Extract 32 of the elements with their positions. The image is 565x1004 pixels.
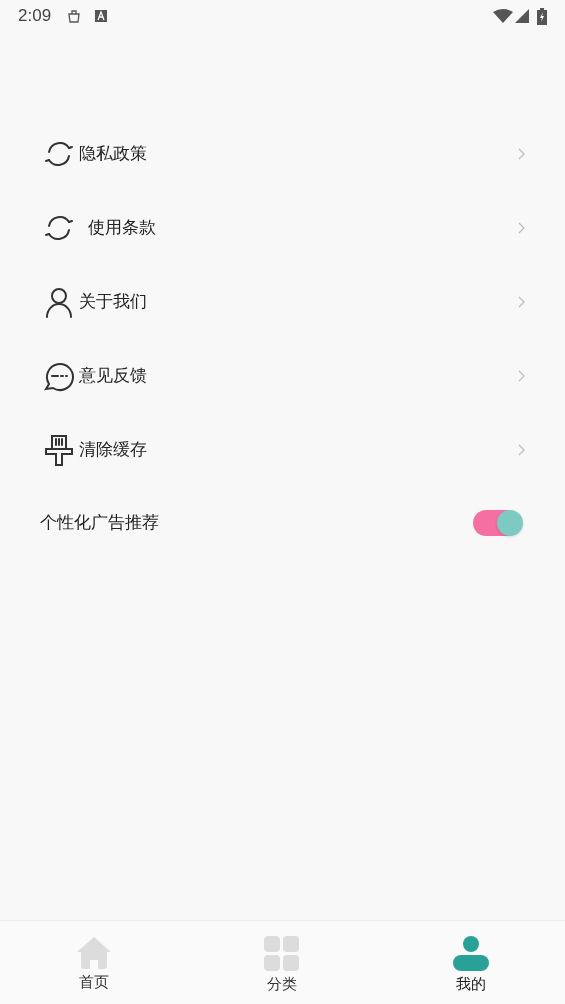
chat-bubble-icon xyxy=(43,360,75,392)
brush-icon xyxy=(43,434,75,466)
chevron-right-icon xyxy=(518,296,525,308)
nav-tab[interactable]: 我的 xyxy=(376,921,565,1004)
signal-icon xyxy=(515,9,529,23)
chevron-right-icon xyxy=(518,370,525,382)
battery-icon xyxy=(537,7,547,25)
menu-label: 关于我们 xyxy=(79,291,147,314)
menu-item[interactable]: 使用条款 xyxy=(0,191,565,265)
nav-tab[interactable]: 分类 xyxy=(188,921,377,1004)
chevron-right-icon xyxy=(518,148,525,160)
grid-icon xyxy=(264,936,301,972)
home-icon xyxy=(76,936,113,970)
status-time: 2:09 xyxy=(18,5,52,28)
menu-label: 隐私政策 xyxy=(79,143,147,166)
menu-item[interactable]: 清除缓存 xyxy=(0,413,565,487)
menu-label: 清除缓存 xyxy=(79,439,147,462)
menu-item[interactable]: 关于我们 xyxy=(0,265,565,339)
toggle-switch[interactable] xyxy=(473,510,521,536)
chevron-right-icon xyxy=(518,222,525,234)
app-icon xyxy=(95,10,108,22)
bag-icon xyxy=(67,9,82,23)
menu-label: 意见反馈 xyxy=(79,365,147,388)
nav-tab[interactable]: 首页 xyxy=(0,921,189,1004)
menu-label: 使用条款 xyxy=(88,217,156,240)
user-icon xyxy=(452,936,489,972)
chevron-right-icon xyxy=(518,444,525,456)
menu-item[interactable]: 意见反馈 xyxy=(0,339,565,413)
menu-item[interactable]: 隐私政策 xyxy=(0,117,565,191)
user-icon xyxy=(43,286,75,318)
setting-label: 个性化广告推荐 xyxy=(40,512,159,535)
wifi-icon xyxy=(493,9,513,23)
